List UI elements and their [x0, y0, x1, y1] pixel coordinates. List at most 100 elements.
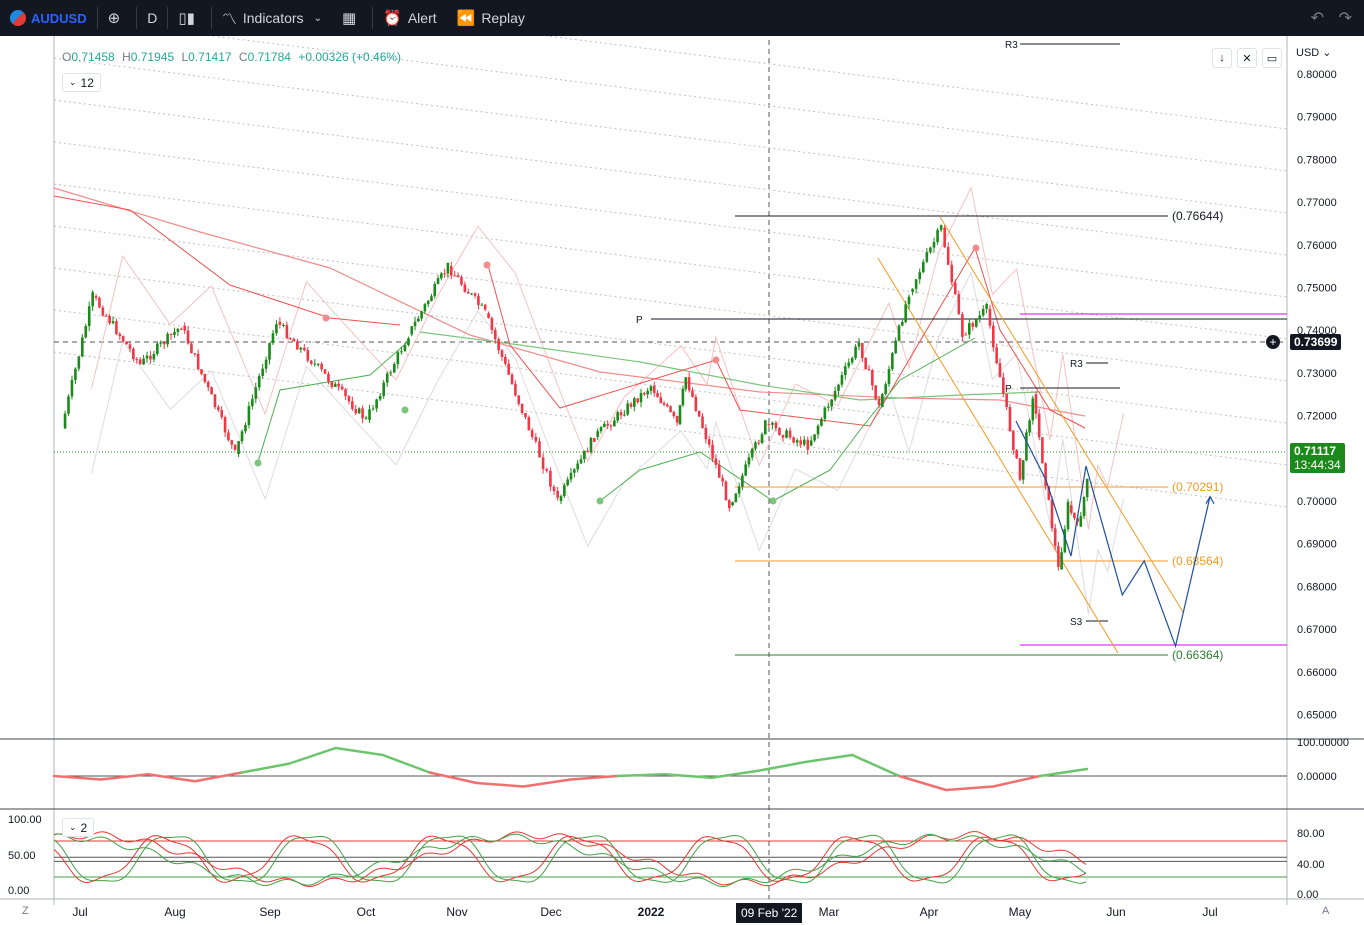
candles-icon: ▯▮ — [178, 10, 195, 27]
candle-body — [313, 363, 317, 365]
replay-button[interactable]: ⏪ Replay — [447, 0, 535, 36]
candle-body — [609, 425, 613, 427]
zoom-icon[interactable]: Z — [22, 905, 29, 917]
collapse-button[interactable]: ✕ — [1237, 48, 1257, 68]
oscillator-segment — [193, 771, 244, 783]
candle-body — [813, 434, 816, 441]
currency-selector[interactable]: USD ⌄ — [1296, 46, 1332, 59]
candle-body — [340, 386, 344, 390]
candle-body — [514, 383, 517, 396]
candle-body — [704, 427, 708, 440]
candle-body — [901, 321, 904, 326]
chart-area[interactable]: (0.76644) (0.70291) (0.68564) (0.66364) P R3 P… — [0, 36, 1364, 925]
price-tick: 0.72000 — [1297, 411, 1337, 423]
candle-body — [691, 390, 694, 397]
time-label: Nov — [446, 905, 467, 919]
stoch-d-line — [53, 835, 1087, 884]
auto-scale-button[interactable]: A — [1322, 905, 1329, 917]
indicators-toggle[interactable]: ⌄ 12 — [62, 73, 101, 92]
chart-type-button[interactable]: ▯▮ — [168, 0, 211, 36]
add-alert-icon[interactable]: + — [1266, 335, 1280, 349]
time-label: Oct — [357, 905, 376, 919]
signal-dot — [769, 497, 777, 505]
timeframe-button[interactable]: D — [137, 0, 167, 36]
candle-body — [864, 358, 867, 370]
templates-button[interactable]: ▦ — [332, 0, 372, 36]
candle-body — [1015, 450, 1018, 459]
price-tick: 0.68000 — [1297, 581, 1337, 593]
oscillator-segment — [1038, 767, 1089, 778]
maximize-icon: ▭ — [1266, 52, 1278, 65]
lower-indicators-toggle[interactable]: ⌄ 2 — [62, 818, 95, 837]
candle-body — [573, 469, 576, 473]
compare-button[interactable]: ⊕ — [98, 0, 137, 36]
candle-body — [237, 441, 240, 455]
candle-body — [957, 294, 961, 315]
candle-body — [530, 430, 534, 437]
candle-body — [296, 341, 299, 350]
candle-body — [629, 403, 633, 407]
candle-body — [426, 301, 430, 305]
indicators-button[interactable]: 〽 Indicators ⌄ — [212, 0, 332, 36]
candle-body — [950, 264, 954, 283]
candle-body — [904, 304, 907, 322]
candle-body — [681, 388, 685, 406]
alert-button[interactable]: ⏰ Alert — [373, 0, 446, 36]
candle-body — [687, 377, 691, 391]
candle-body — [449, 266, 453, 276]
undo-icon[interactable]: ↶ — [1311, 8, 1324, 28]
candle-body — [403, 345, 407, 352]
oscillator-segment — [569, 774, 619, 781]
candle-body — [285, 324, 289, 339]
candle-body — [874, 385, 877, 399]
indicator-count: 12 — [80, 75, 94, 90]
candle-body — [992, 325, 995, 348]
candle-body — [596, 431, 599, 437]
candle-body — [788, 430, 792, 438]
candle-body — [213, 394, 217, 408]
candle-body — [678, 405, 682, 425]
candle-body — [823, 407, 827, 419]
candle-body — [497, 339, 500, 351]
candle-body — [636, 398, 639, 403]
candle-body — [586, 450, 589, 453]
candle-body — [466, 291, 470, 294]
candle-body — [887, 369, 891, 385]
candle-body — [196, 353, 200, 370]
candle-body — [264, 359, 268, 369]
close-label: C — [238, 50, 248, 64]
price-levels: (0.76644) (0.70291) (0.68564) (0.66364) P R3 P… — [636, 40, 1287, 662]
candle-body — [861, 343, 864, 359]
candle-body — [118, 334, 122, 337]
candle-body — [393, 364, 396, 373]
time-axis: Jul Aug Sep Oct Nov Dec 2022 Mar Apr May Jun Jul — [72, 905, 1217, 919]
maximize-button[interactable]: ▭ — [1262, 48, 1282, 68]
time-label: 2022 — [638, 905, 665, 919]
move-down-button[interactable]: ↓ — [1212, 48, 1232, 68]
collapse-icon: ✕ — [1242, 52, 1252, 65]
candle-body — [697, 410, 701, 417]
candle-body — [132, 348, 135, 360]
symbol-search[interactable]: AUDUSD — [0, 0, 97, 36]
candle-body — [333, 383, 337, 387]
candle-body — [579, 459, 583, 464]
candle-body — [1079, 516, 1083, 527]
candle-body — [747, 457, 751, 465]
candle-body — [603, 423, 606, 428]
candlesticks — [63, 224, 1089, 571]
forecast-arrowhead — [1205, 495, 1215, 504]
candle-body — [142, 358, 145, 365]
upper-band — [91, 186, 1125, 530]
price-tick: 0.79000 — [1297, 112, 1337, 124]
candle-body — [371, 408, 375, 410]
redo-icon[interactable]: ↷ — [1339, 8, 1352, 28]
candle-body — [247, 406, 251, 425]
trailing-stop-red — [53, 195, 401, 326]
candle-body — [278, 321, 282, 325]
price-level-label: (0.66364) — [1172, 648, 1223, 662]
channel-line — [53, 225, 1288, 382]
price-tick: 0.69000 — [1297, 539, 1337, 551]
top-toolbar: AUDUSD ⊕ D ▯▮ 〽 Indicators ⌄ ▦ ⏰ Alert ⏪… — [0, 0, 1364, 36]
candle-body — [995, 347, 998, 364]
candle-body — [121, 336, 125, 342]
